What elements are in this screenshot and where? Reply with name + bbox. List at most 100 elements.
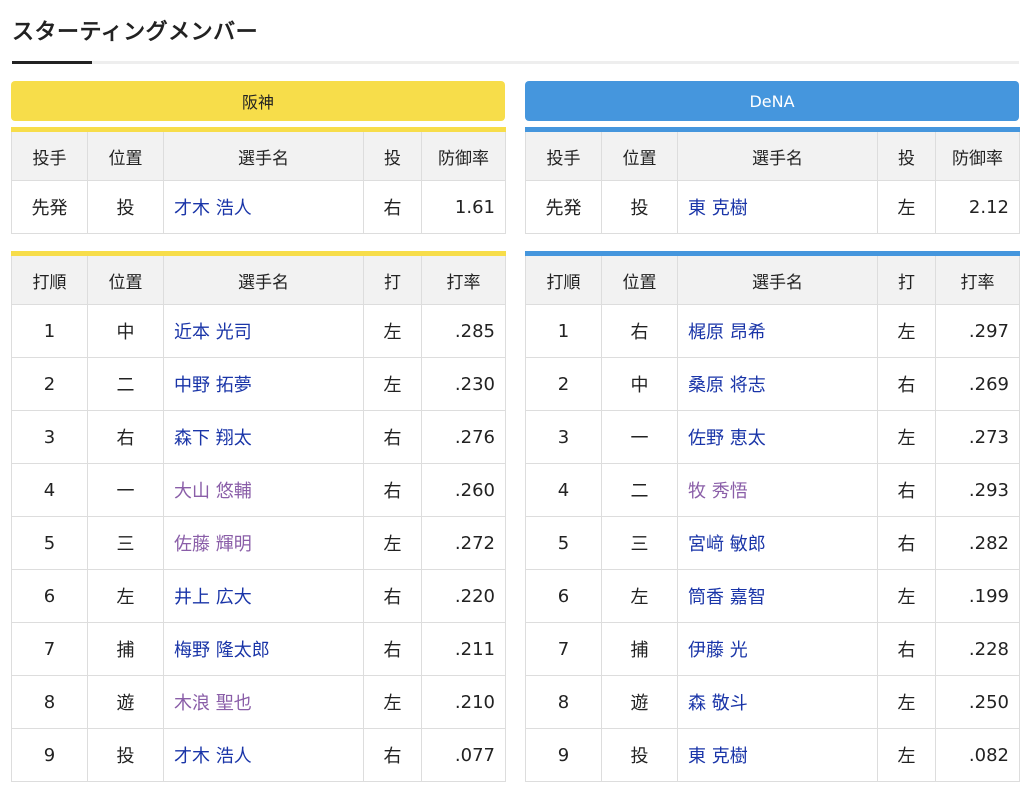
player-position: 二 [601, 463, 678, 517]
batting-average: .228 [935, 622, 1020, 676]
player-position: 一 [601, 410, 678, 464]
player-name-link[interactable]: 井上 広大 [163, 569, 364, 623]
col-header-position: 位置 [87, 129, 164, 181]
batting-order: 9 [525, 728, 602, 782]
batting-average: .230 [421, 357, 506, 411]
table-row: 7 捕伊藤 光右 .228 [525, 622, 1020, 676]
player-name-link[interactable]: 才木 浩人 [163, 728, 364, 782]
player-name-link[interactable]: 牧 秀悟 [677, 463, 878, 517]
table-row: 4二牧 秀悟右 .293 [525, 463, 1020, 517]
title-divider [12, 61, 1019, 64]
player-name-link[interactable]: 東 克樹 [677, 728, 878, 782]
batting-order: 4 [11, 463, 88, 517]
batting-average: .082 [935, 728, 1020, 782]
batting-order: 4 [525, 463, 602, 517]
batting-average: .269 [935, 357, 1020, 411]
player-name-link[interactable]: 宮﨑 敏郎 [677, 516, 878, 570]
player-bats: 左 [877, 304, 936, 358]
table-row: 7 捕梅野 隆太郎右 .211 [11, 622, 506, 676]
player-name-link[interactable]: 梅野 隆太郎 [163, 622, 364, 676]
pitcher-table-hanshin: 投手 位置 選手名 投 防御率 先発 投 才木 浩人 右 1.61 [11, 127, 506, 234]
table-row: 6 左筒香 嘉智左 .199 [525, 569, 1020, 623]
table-row: 8遊森 敬斗左 .250 [525, 675, 1020, 729]
player-name-link[interactable]: 桑原 将志 [677, 357, 878, 411]
pitcher-name-link[interactable]: 東 克樹 [677, 180, 878, 234]
player-name-link[interactable]: 大山 悠輔 [163, 463, 364, 517]
col-header-pitcher: 投手 [11, 129, 88, 181]
batting-order: 3 [525, 410, 602, 464]
batting-average: .260 [421, 463, 506, 517]
batting-order: 8 [525, 675, 602, 729]
player-name-link[interactable]: 筒香 嘉智 [677, 569, 878, 623]
player-bats: 右 [877, 622, 936, 676]
table-row: 先発 投 東 克樹 左 2.12 [525, 180, 1020, 234]
player-position: 中 [601, 357, 678, 411]
col-header-pitcher: 投手 [525, 129, 602, 181]
table-row: 5 三佐藤 輝明左 .272 [11, 516, 506, 570]
team-header-dena: DeNA [525, 81, 1019, 121]
player-position: 投 [601, 728, 678, 782]
batting-average: .273 [935, 410, 1020, 464]
table-row: 2 中桑原 将志右 .269 [525, 357, 1020, 411]
table-row: 1 中近本 光司左 .285 [11, 304, 506, 358]
page-title: スターティングメンバー [12, 20, 259, 45]
col-header-player-name: 選手名 [677, 129, 878, 181]
player-name-link[interactable]: 中野 拓夢 [163, 357, 364, 411]
batting-order: 8 [11, 675, 88, 729]
player-position: 右 [87, 410, 164, 464]
col-header-throws: 投 [363, 129, 422, 181]
player-name-link[interactable]: 佐藤 輝明 [163, 516, 364, 570]
player-bats: 左 [877, 569, 936, 623]
table-row: 6 左井上 広大右 .220 [11, 569, 506, 623]
table-row: 8 遊木浪 聖也左 .210 [11, 675, 506, 729]
batting-average: .250 [935, 675, 1020, 729]
batting-average: .211 [421, 622, 506, 676]
player-bats: 右 [363, 728, 422, 782]
player-bats: 右 [363, 410, 422, 464]
player-name-link[interactable]: 佐野 恵太 [677, 410, 878, 464]
player-bats: 左 [877, 728, 936, 782]
table-row: 4 一大山 悠輔右 .260 [11, 463, 506, 517]
pitcher-throws: 左 [877, 180, 936, 234]
table-row: 2 二中野 拓夢左 .230 [11, 357, 506, 411]
player-bats: 左 [877, 410, 936, 464]
title-accent-bar [12, 61, 92, 64]
player-name-link[interactable]: 梶原 昂希 [677, 304, 878, 358]
batting-average: .282 [935, 516, 1020, 570]
team-header-hanshin: 阪神 [11, 81, 505, 121]
batting-order: 5 [525, 516, 602, 570]
col-header-player-name: 選手名 [163, 253, 364, 305]
table-row: 3 右森下 翔太右 .276 [11, 410, 506, 464]
player-position: 投 [87, 728, 164, 782]
player-name-link[interactable]: 木浪 聖也 [163, 675, 364, 729]
player-bats: 右 [877, 516, 936, 570]
pitcher-table-dena: 投手 位置 選手名 投 防御率 先発 投 東 克樹 左 2.12 [525, 127, 1020, 234]
batting-average: .297 [935, 304, 1020, 358]
player-position: 中 [87, 304, 164, 358]
batting-average: .293 [935, 463, 1020, 517]
lineup-table-dena: 打順 位置 選手名 打 打率 1 右梶原 昂希左 .297 2 中桑原 将志右 .269 3… [525, 251, 1020, 782]
player-bats: 左 [363, 357, 422, 411]
player-position: 左 [601, 569, 678, 623]
player-bats: 右 [363, 622, 422, 676]
pitcher-era: 2.12 [935, 180, 1020, 234]
batting-average: .276 [421, 410, 506, 464]
batting-order: 9 [11, 728, 88, 782]
player-position: 一 [87, 463, 164, 517]
player-position: 右 [601, 304, 678, 358]
player-name-link[interactable]: 森下 翔太 [163, 410, 364, 464]
player-name-link[interactable]: 近本 光司 [163, 304, 364, 358]
col-header-batting-average: 打率 [935, 253, 1020, 305]
player-bats: 左 [363, 516, 422, 570]
batting-order: 2 [525, 357, 602, 411]
batting-average: .210 [421, 675, 506, 729]
pitcher-position: 投 [601, 180, 678, 234]
player-name-link[interactable]: 森 敬斗 [677, 675, 878, 729]
batting-order: 1 [525, 304, 602, 358]
pitcher-name-link[interactable]: 才木 浩人 [163, 180, 364, 234]
player-bats: 右 [877, 463, 936, 517]
table-row: 9投東 克樹左 .082 [525, 728, 1020, 782]
player-name-link[interactable]: 伊藤 光 [677, 622, 878, 676]
batting-order: 6 [11, 569, 88, 623]
table-row: 先発 投 才木 浩人 右 1.61 [11, 180, 506, 234]
